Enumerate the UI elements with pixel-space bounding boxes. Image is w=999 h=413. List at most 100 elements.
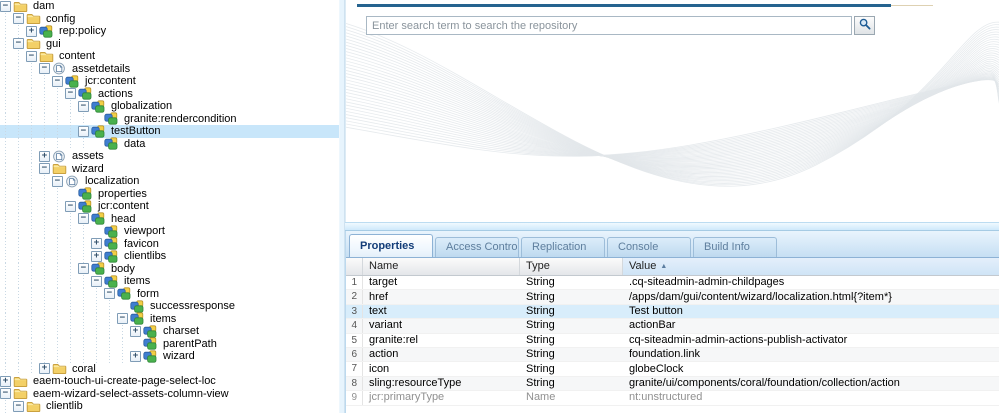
search-button[interactable] bbox=[854, 16, 875, 35]
tree-node-label: wizard bbox=[72, 162, 104, 175]
tab-access-control[interactable]: Access Control bbox=[435, 237, 519, 257]
search-input[interactable] bbox=[366, 16, 852, 35]
property-row[interactable]: 4 variant String actionBar bbox=[346, 319, 999, 334]
property-row[interactable]: 8 sling:resourceType String granite/ui/comp… bbox=[346, 376, 999, 392]
expand-icon[interactable]: + bbox=[130, 350, 141, 362]
property-row[interactable]: 7 icon String globeClock bbox=[346, 362, 999, 377]
collapse-icon[interactable]: − bbox=[117, 313, 128, 325]
expand-icon[interactable]: + bbox=[130, 325, 141, 337]
tree-node[interactable]: properties bbox=[0, 187, 339, 200]
tree-node[interactable]: successresponse bbox=[0, 300, 339, 313]
expand-icon[interactable]: + bbox=[39, 150, 50, 162]
tree-node[interactable]: − assetdetails bbox=[0, 62, 339, 75]
column-header-name[interactable]: Name bbox=[363, 258, 520, 275]
tree-guide-line bbox=[65, 350, 78, 363]
tree-node[interactable]: granite:rendercondition bbox=[0, 112, 339, 125]
tree-node-label: body bbox=[111, 262, 135, 275]
property-row[interactable]: 3 text String Test button bbox=[346, 304, 999, 320]
tree-guide-line bbox=[65, 100, 78, 113]
collapse-icon[interactable]: − bbox=[65, 200, 76, 212]
folder-icon bbox=[13, 387, 28, 400]
collapse-icon[interactable]: − bbox=[0, 388, 11, 400]
tree-guide-line bbox=[52, 300, 65, 313]
tree-node[interactable]: + assets bbox=[0, 150, 339, 163]
expand-icon[interactable]: + bbox=[91, 238, 102, 250]
tree-node[interactable]: − gui bbox=[0, 37, 339, 50]
tree-node[interactable]: − actions bbox=[0, 87, 339, 100]
collapse-icon[interactable]: − bbox=[13, 38, 24, 50]
expand-icon[interactable]: + bbox=[0, 375, 11, 387]
expand-icon[interactable]: + bbox=[26, 25, 37, 37]
collapse-icon[interactable]: − bbox=[78, 263, 89, 275]
tree-node[interactable]: − content bbox=[0, 50, 339, 63]
tree-node-label: config bbox=[46, 12, 76, 25]
tab-properties[interactable]: Properties bbox=[349, 234, 433, 257]
tree-node[interactable]: − wizard bbox=[0, 162, 339, 175]
horizontal-splitter[interactable] bbox=[345, 222, 999, 231]
tree-node[interactable]: + wizard bbox=[0, 350, 339, 363]
tree-node[interactable]: − clientlib bbox=[0, 400, 339, 413]
tab-replication[interactable]: Replication bbox=[521, 237, 605, 257]
tree-node[interactable]: data bbox=[0, 137, 339, 150]
tree-node[interactable]: viewport bbox=[0, 225, 339, 238]
tree-guide-line bbox=[91, 300, 104, 313]
collapse-icon[interactable]: − bbox=[104, 288, 115, 300]
tree-node[interactable]: − globalization bbox=[0, 100, 339, 113]
tree-node[interactable]: + favicon bbox=[0, 237, 339, 250]
node-icon bbox=[78, 87, 93, 100]
row-number: 1 bbox=[346, 276, 363, 290]
tree-node[interactable]: parentPath bbox=[0, 337, 339, 350]
property-row[interactable]: 1 target String .cq-siteadmin-admin-childpa… bbox=[346, 276, 999, 291]
tree-node[interactable]: − localization bbox=[0, 175, 339, 188]
tree-node-label: granite:rendercondition bbox=[124, 112, 237, 125]
tree-guide-line bbox=[65, 275, 78, 288]
expand-icon[interactable]: + bbox=[91, 250, 102, 262]
tree-node[interactable]: − head bbox=[0, 212, 339, 225]
tree-node[interactable]: − jcr:content bbox=[0, 200, 339, 213]
property-row[interactable]: 9 jcr:primaryType Name nt:unstructured bbox=[346, 391, 999, 406]
collapse-icon[interactable]: − bbox=[78, 213, 89, 225]
property-row[interactable]: 6 action String foundation.link bbox=[346, 347, 999, 363]
column-header-label: Value bbox=[629, 260, 657, 272]
tree-guide-line bbox=[0, 312, 13, 325]
tree-node[interactable]: − eaem-wizard-select-assets-column-view bbox=[0, 388, 339, 401]
collapse-icon[interactable]: − bbox=[78, 125, 89, 137]
tree-node-label: charset bbox=[163, 325, 200, 338]
tree-node[interactable]: − body bbox=[0, 262, 339, 275]
collapse-icon[interactable]: − bbox=[78, 100, 89, 112]
tree-node[interactable]: + charset bbox=[0, 325, 339, 338]
collapse-icon[interactable]: − bbox=[26, 50, 37, 62]
expand-icon[interactable]: + bbox=[39, 363, 50, 375]
tree-node[interactable]: − items bbox=[0, 275, 339, 288]
tab-console[interactable]: Console bbox=[607, 237, 691, 257]
tree-node[interactable]: − items bbox=[0, 312, 339, 325]
tree-node[interactable]: − testButton bbox=[0, 125, 339, 138]
accent-line bbox=[357, 4, 891, 7]
collapse-icon[interactable]: − bbox=[39, 163, 50, 175]
tree-node[interactable]: − config bbox=[0, 12, 339, 25]
tree-guide-line bbox=[26, 62, 39, 75]
property-row[interactable]: 2 href String/apps/dam/gui/content/wizard/… bbox=[346, 290, 999, 305]
collapse-icon[interactable]: − bbox=[65, 88, 76, 100]
collapse-icon[interactable]: − bbox=[52, 175, 63, 187]
property-row[interactable]: 5 granite:rel String cq-siteadmin-admin-act… bbox=[346, 333, 999, 348]
column-header-value[interactable]: Value ▲ bbox=[623, 258, 999, 275]
collapse-icon[interactable]: − bbox=[13, 13, 24, 25]
tree-node[interactable]: + eaem-touch-ui-create-page-select-loc bbox=[0, 375, 339, 388]
tree-guide-line bbox=[52, 187, 65, 200]
tree-node[interactable]: − form bbox=[0, 287, 339, 300]
tree-node[interactable]: − jcr:content bbox=[0, 75, 339, 88]
collapse-icon[interactable]: − bbox=[52, 75, 63, 87]
collapse-icon[interactable]: − bbox=[39, 63, 50, 75]
tree-node[interactable]: + coral bbox=[0, 362, 339, 375]
tree-node[interactable]: + clientlibs bbox=[0, 250, 339, 263]
tree-guide-line bbox=[0, 287, 13, 300]
tab-build-info[interactable]: Build Info bbox=[693, 237, 777, 257]
collapse-icon[interactable]: − bbox=[0, 0, 11, 12]
column-header-type[interactable]: Type bbox=[520, 258, 623, 275]
tree-node[interactable]: + rep:policy bbox=[0, 25, 339, 38]
tree-guide-line bbox=[13, 212, 26, 225]
tree-node[interactable]: − dam bbox=[0, 0, 339, 13]
collapse-icon[interactable]: − bbox=[91, 275, 102, 287]
collapse-icon[interactable]: − bbox=[13, 400, 24, 412]
